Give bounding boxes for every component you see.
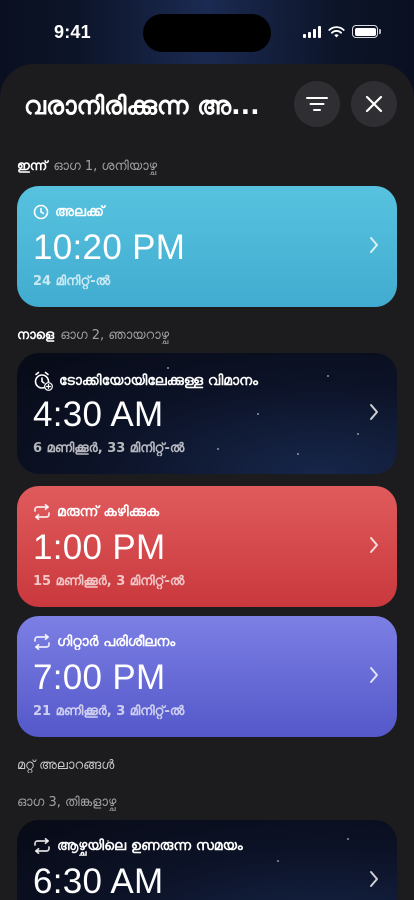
- alarm-time: 1:00 PM: [33, 528, 166, 567]
- alarm-card[interactable]: അലക്ക് 10:20 PM 24 മിനിറ്റ്-ൽ: [17, 186, 397, 307]
- section-day: ഇന്ന്: [17, 159, 48, 174]
- alarm-time: 7:00 PM: [33, 658, 166, 697]
- alarm-countdown: 21 മണിക്കൂർ, 3 മിനിറ്റ്-ൽ: [33, 704, 185, 719]
- repeat-icon: [34, 838, 50, 854]
- upcoming-alarms-sheet: വരാനിരിക്കുന്ന അ... ഇന്ന് ഓഗ 1, ശനിയാഴ്ച: [0, 64, 414, 900]
- alarm-label: അലക്ക്: [55, 204, 104, 220]
- alarm-label-row: ആഴ്ചയിലെ ഉണരുന്ന സമയം: [33, 838, 243, 854]
- cellular-signal-icon: [303, 25, 321, 38]
- section-tomorrow: നാളെ ഓഗ 2, ഞായറാഴ്ച: [17, 328, 169, 343]
- chevron-right-icon: [370, 537, 378, 553]
- section-today: ഇന്ന് ഓഗ 1, ശനിയാഴ്ച: [17, 159, 157, 174]
- battery-icon: [352, 25, 381, 38]
- repeat-icon: [34, 634, 50, 650]
- alarm-countdown: 15 മണിക്കൂർ, 3 മിനിറ്റ്-ൽ: [33, 574, 185, 589]
- alarm-countdown: 6 മണിക്കൂർ, 33 മിനിറ്റ്-ൽ: [33, 441, 185, 456]
- section-date: ഓഗ 1, ശനിയാഴ്ച: [53, 159, 158, 174]
- close-icon: [365, 95, 383, 113]
- page-title: വരാനിരിക്കുന്ന അ...: [24, 91, 260, 120]
- alarm-time: 4:30 AM: [33, 395, 164, 434]
- alarm-time: 10:20 PM: [33, 228, 186, 267]
- alarm-label-row: ഗിറ്റാർ പരിശീലനം: [33, 634, 175, 650]
- status-icons: [303, 25, 381, 38]
- alarm-card[interactable]: ആഴ്ചയിലെ ഉണരുന്ന സമയം 6:30 AM: [17, 820, 397, 900]
- alarm-label: മരുന്ന് കഴിക്കുക: [57, 504, 160, 520]
- close-button[interactable]: [351, 81, 397, 127]
- other-alarms-heading: മറ്റ് അലാറങ്ങൾ: [17, 758, 115, 773]
- chevron-right-icon: [370, 871, 378, 887]
- screen: 9:41 വരാനിരിക്കുന്ന അ... ഇന്ന് ഓഗ 1, ശനി…: [0, 0, 414, 900]
- alarm-card[interactable]: ഗിറ്റാർ പരിശീലനം 7:00 PM 21 മണിക്കൂർ, 3 …: [17, 616, 397, 737]
- filter-icon: [306, 97, 328, 111]
- section-monday: ഓഗ 3, തിങ്കളാഴ്ച: [17, 795, 116, 810]
- alarm-label: ആഴ്ചയിലെ ഉണരുന്ന സമയം: [57, 838, 243, 854]
- clock-icon: [33, 204, 49, 220]
- alarm-label-row: അലക്ക്: [33, 204, 104, 220]
- alarm-label-row: ടോക്കിയോയിലേക്കുള്ള വിമാനം: [33, 371, 258, 391]
- alarm-label: ടോക്കിയോയിലേക്കുള്ള വിമാനം: [59, 373, 258, 389]
- alarm-label-row: മരുന്ന് കഴിക്കുക: [33, 504, 159, 520]
- alarm-label: ഗിറ്റാർ പരിശീലനം: [57, 634, 176, 650]
- chevron-right-icon: [370, 667, 378, 683]
- alarm-time: 6:30 AM: [33, 862, 164, 900]
- wifi-icon: [328, 25, 345, 37]
- dynamic-island: [143, 14, 271, 52]
- filter-button[interactable]: [294, 81, 340, 127]
- section-date: ഓഗ 2, ഞായറാഴ്ച: [60, 328, 170, 343]
- alarm-card[interactable]: ടോക്കിയോയിലേക്കുള്ള വിമാനം 4:30 AM 6 മണി…: [17, 353, 397, 474]
- status-bar: 9:41: [0, 0, 414, 64]
- chevron-right-icon: [370, 237, 378, 253]
- section-day: നാളെ: [17, 328, 55, 343]
- repeat-icon: [34, 504, 50, 520]
- section-date: ഓഗ 3, തിങ്കളാഴ്ച: [17, 795, 117, 810]
- alarm-countdown: 24 മിനിറ്റ്-ൽ: [33, 274, 111, 289]
- alarm-card[interactable]: മരുന്ന് കഴിക്കുക 1:00 PM 15 മണിക്കൂർ, 3 …: [17, 486, 397, 607]
- alarm-clock-add-icon: [34, 371, 53, 391]
- status-time: 9:41: [54, 22, 91, 42]
- chevron-right-icon: [370, 404, 378, 420]
- sheet-header: വരാനിരിക്കുന്ന അ...: [0, 64, 414, 144]
